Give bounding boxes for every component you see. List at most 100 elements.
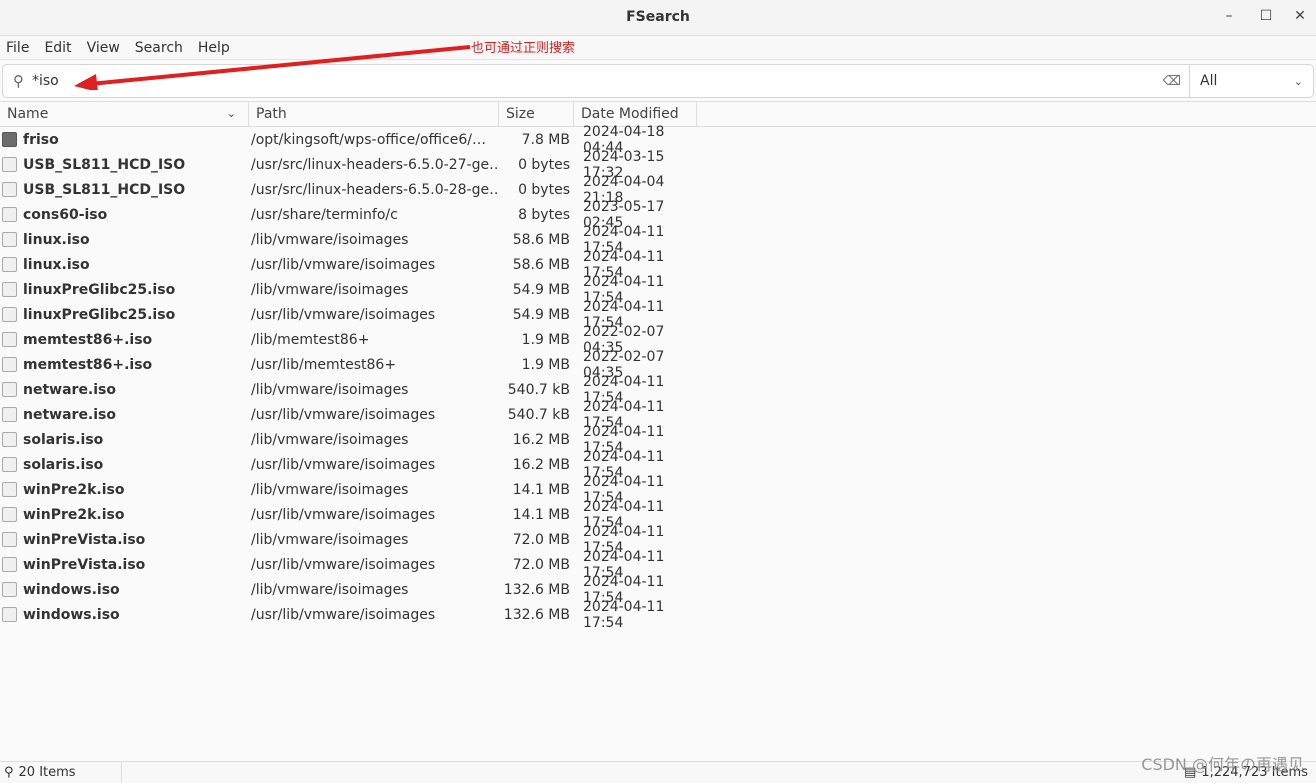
cell-name: linux.iso: [0, 232, 249, 248]
binary-icon: [2, 182, 17, 197]
cell-path: /lib/vmware/isoimages: [251, 481, 409, 498]
cell-size: 1.9 MB: [521, 356, 570, 373]
search-icon: ⚲: [4, 765, 14, 780]
clear-icon[interactable]: ⌫: [1163, 74, 1181, 89]
cell-size: 1.9 MB: [521, 331, 570, 348]
annotation-text: 也可通过正则搜索: [471, 41, 576, 56]
minimize-button[interactable]: –: [1219, 8, 1239, 24]
file-name: windows.iso: [23, 581, 120, 598]
cell-path: /usr/lib/vmware/isoimages: [251, 306, 436, 323]
binary-icon: [2, 157, 17, 172]
cell-name: linuxPreGlibc25.iso: [0, 307, 249, 323]
cell-path: /lib/vmware/isoimages: [251, 581, 409, 598]
cell-name: memtest86+.iso: [0, 357, 249, 373]
status-bar: ⚲ 20 Items ▤ 1,224,723 Items: [0, 761, 1316, 783]
file-icon: [2, 307, 17, 322]
menu-file[interactable]: File: [6, 40, 29, 56]
cell-size: 540.7 kB: [507, 381, 570, 398]
file-icon: [2, 232, 17, 247]
file-name: cons60-iso: [23, 206, 108, 223]
cell-name: winPreVista.iso: [0, 532, 249, 548]
close-button[interactable]: ✕: [1290, 8, 1310, 24]
sort-chevron-icon: ⌄: [226, 107, 236, 120]
watermark: CSDN @何年の再遇见: [1141, 755, 1304, 774]
chevron-down-icon: ⌄: [1293, 74, 1303, 88]
folder-icon: [2, 132, 17, 147]
file-name: memtest86+.iso: [23, 356, 153, 373]
cell-path: /lib/vmware/isoimages: [251, 381, 409, 398]
file-name: netware.iso: [23, 406, 117, 423]
search-value: *iso: [32, 73, 59, 89]
cell-size: 8 bytes: [518, 206, 570, 223]
cell-name: solaris.iso: [0, 457, 249, 473]
file-icon: [2, 482, 17, 497]
cell-size: 7.8 MB: [521, 131, 570, 148]
cell-size: 54.9 MB: [512, 306, 570, 323]
menu-search[interactable]: Search: [135, 40, 183, 56]
cell-name: USB_SL811_HCD_ISO: [0, 182, 249, 198]
cell-name: winPreVista.iso: [0, 557, 249, 573]
file-name: friso: [23, 131, 59, 148]
cell-path: /lib/vmware/isoimages: [251, 281, 409, 298]
file-name: winPreVista.iso: [23, 556, 146, 573]
cell-name: memtest86+.iso: [0, 332, 249, 348]
menu-edit[interactable]: Edit: [44, 40, 71, 56]
maximize-button[interactable]: ☐: [1256, 8, 1276, 24]
table-row[interactable]: windows.iso /usr/lib/vmware/isoimages 13…: [0, 599, 702, 631]
cell-size: 132.6 MB: [503, 581, 570, 598]
cell-name: winPre2k.iso: [0, 482, 249, 498]
cell-path: /lib/memtest86+: [251, 331, 370, 348]
cell-path: /usr/lib/memtest86+: [251, 356, 397, 373]
cell-name: netware.iso: [0, 407, 249, 423]
cell-size: 132.6 MB: [503, 606, 570, 623]
cell-path: /opt/kingsoft/wps-office/office6/…: [251, 131, 486, 148]
file-icon: [2, 532, 17, 547]
column-name-label: Name: [7, 106, 49, 122]
column-name[interactable]: Name ⌄: [0, 102, 249, 126]
cell-size: 0 bytes: [518, 181, 570, 198]
filter-dropdown[interactable]: All ⌄: [1189, 65, 1313, 97]
file-name: linuxPreGlibc25.iso: [23, 306, 176, 323]
file-name: linuxPreGlibc25.iso: [23, 281, 176, 298]
cell-name: windows.iso: [0, 582, 249, 598]
file-name: linux.iso: [23, 256, 90, 273]
file-name: winPre2k.iso: [23, 481, 125, 498]
cell-size: 16.2 MB: [512, 431, 570, 448]
cell-path: /lib/vmware/isoimages: [251, 431, 409, 448]
cell-path: /lib/vmware/isoimages: [251, 231, 409, 248]
file-name: USB_SL811_HCD_ISO: [23, 156, 186, 173]
cell-path: /usr/src/linux-headers-6.5.0-28-ge…: [251, 181, 499, 198]
file-icon: [2, 257, 17, 272]
column-size[interactable]: Size: [499, 102, 574, 126]
file-name: winPreVista.iso: [23, 531, 146, 548]
file-name: USB_SL811_HCD_ISO: [23, 181, 186, 198]
cell-path: /usr/lib/vmware/isoimages: [251, 506, 436, 523]
column-date[interactable]: Date Modified: [574, 102, 697, 126]
file-icon: [2, 407, 17, 422]
cell-size: 16.2 MB: [512, 456, 570, 473]
menu-view[interactable]: View: [87, 40, 120, 56]
window-title: FSearch: [626, 9, 690, 25]
cell-size: 72.0 MB: [512, 556, 570, 573]
cell-name: solaris.iso: [0, 432, 249, 448]
column-path[interactable]: Path: [249, 102, 499, 126]
cell-path: /usr/lib/vmware/isoimages: [251, 606, 436, 623]
file-icon: [2, 382, 17, 397]
file-name: winPre2k.iso: [23, 506, 125, 523]
cell-date: 2024-04-11 17:54: [583, 598, 665, 631]
menu-help[interactable]: Help: [198, 40, 230, 56]
file-icon: [2, 357, 17, 372]
cell-name: friso: [0, 132, 249, 148]
filter-value: All: [1200, 73, 1218, 89]
file-name: netware.iso: [23, 381, 117, 398]
file-icon: [2, 582, 17, 597]
cell-path: /usr/lib/vmware/isoimages: [251, 256, 436, 273]
cell-name: USB_SL811_HCD_ISO: [0, 157, 249, 173]
file-icon: [2, 457, 17, 472]
cell-size: 54.9 MB: [512, 281, 570, 298]
search-input[interactable]: ⚲ *iso ⌫: [3, 65, 1189, 97]
cell-path: /usr/lib/vmware/isoimages: [251, 406, 436, 423]
file-icon: [2, 332, 17, 347]
file-icon: [2, 432, 17, 447]
menu-bar: File Edit View Search Help: [0, 36, 1316, 60]
